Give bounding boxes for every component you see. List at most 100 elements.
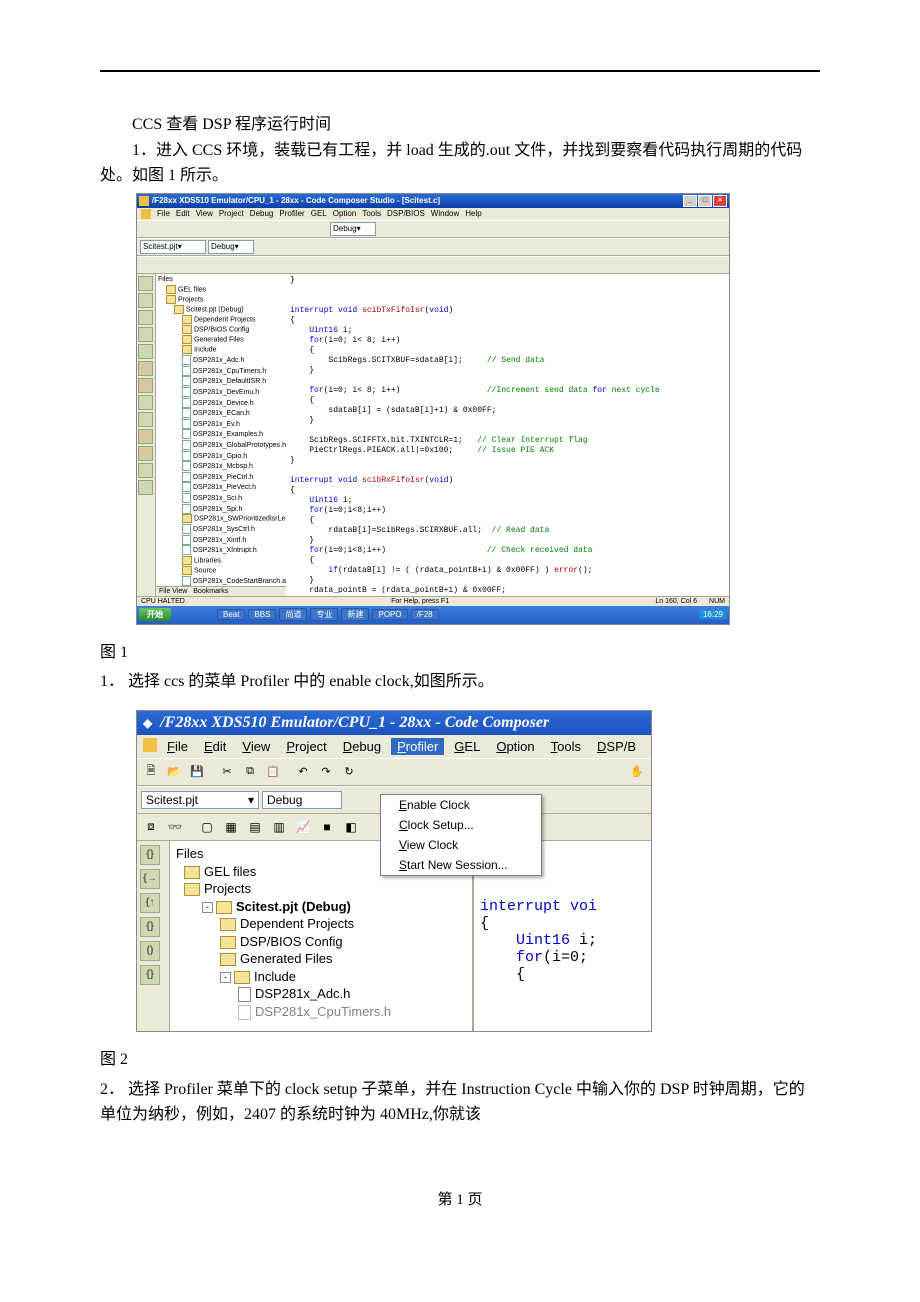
tree-item[interactable]: DSP281x_CpuTimers.h	[176, 1003, 466, 1021]
tree-item[interactable]: Dependent Projects	[158, 315, 288, 325]
save-icon[interactable]: 💾	[187, 762, 207, 782]
tb-icon-d[interactable]	[336, 240, 350, 254]
menu-view[interactable]: View	[236, 738, 276, 755]
view-f-icon[interactable]	[226, 258, 240, 272]
tree-item[interactable]: DSP281x_Gpio.h	[158, 451, 288, 462]
hand-icon[interactable]: ✋	[627, 762, 647, 782]
view-d-icon[interactable]	[194, 258, 208, 272]
tb-icon-c[interactable]	[320, 240, 334, 254]
lbar-icon-8[interactable]	[138, 395, 153, 410]
tree-item[interactable]: DSP281x_SWPrioritizedIsrLe	[158, 514, 288, 524]
taskbar-item[interactable]: 专业	[310, 608, 338, 621]
tree-item[interactable]: GEL files	[158, 285, 288, 295]
build-icon[interactable]	[388, 222, 402, 236]
view-c-icon[interactable]: ▤	[245, 817, 265, 837]
view-j-icon[interactable]	[296, 258, 310, 272]
lbar-icon-3[interactable]	[138, 310, 153, 325]
run-icon[interactable]	[496, 222, 510, 236]
tree-item[interactable]: DSP281x_DevEmu.h	[158, 387, 288, 398]
view-mixed-icon[interactable]: ⧈	[141, 817, 161, 837]
redo2-icon[interactable]: ↻	[339, 762, 359, 782]
tree-item[interactable]: DSP281x_Adc.h	[158, 355, 288, 366]
tree-item[interactable]: DSP281x_PieVect.h	[158, 482, 288, 493]
menu-debug[interactable]: Debug	[337, 738, 387, 755]
code-editor[interactable]: } interrupt void scibTxFifoIsr(void) { U…	[286, 274, 729, 596]
halt-icon[interactable]	[512, 222, 526, 236]
tab-bookmarks[interactable]: Bookmarks	[193, 588, 228, 595]
menu-gel[interactable]: GEL	[448, 738, 486, 755]
lbar-toggle-icon[interactable]: {}	[140, 965, 160, 985]
tree-item[interactable]: DSP281x_Ev.h	[158, 419, 288, 430]
tree-item[interactable]: Projects	[176, 880, 466, 898]
taskbar-item[interactable]: BBS	[248, 609, 276, 620]
tree-item[interactable]: DSP281x_Adc.h	[176, 985, 466, 1003]
lbar-icon-2[interactable]	[138, 293, 153, 308]
tree-item[interactable]: DSP281x_ECan.h	[158, 408, 288, 419]
start-button[interactable]: 开始	[139, 608, 171, 621]
toggle-bookmark-icon[interactable]	[458, 222, 472, 236]
menu-project[interactable]: Project	[219, 209, 244, 219]
tree-item[interactable]: DSP281x_CpuTimers.h	[158, 366, 288, 377]
project-select[interactable]: Scitest.pjt▾	[141, 791, 259, 809]
step-over-icon[interactable]	[560, 222, 574, 236]
system-tray[interactable]: 16:29	[699, 610, 727, 619]
new-icon[interactable]	[140, 222, 154, 236]
project-tree[interactable]: FilesGEL filesProjectsScitest.pjt (Debug…	[156, 274, 291, 586]
stop-build-icon[interactable]	[420, 222, 434, 236]
config-select[interactable]: Debug ▾	[330, 222, 376, 236]
menu-file[interactable]: File	[157, 209, 170, 219]
view-b-icon[interactable]: ▦	[221, 817, 241, 837]
profiler-item-nable-clock[interactable]: Enable Clock	[381, 795, 541, 815]
tree-item[interactable]: Generated Files	[176, 950, 466, 968]
taskbar-item[interactable]: 新建	[341, 608, 369, 621]
view-g-icon[interactable]: ◧	[341, 817, 361, 837]
copy-icon[interactable]: ⧉	[240, 762, 260, 782]
lbar-icon-10[interactable]	[138, 429, 153, 444]
tb-icon-e[interactable]	[352, 240, 366, 254]
minimize-button[interactable]: _	[683, 195, 697, 207]
menu-edit[interactable]: Edit	[198, 738, 232, 755]
lbar-bp-icon[interactable]: ()	[140, 941, 160, 961]
close-button[interactable]: ×	[713, 195, 727, 207]
maximize-button[interactable]: □	[698, 195, 712, 207]
tree-item[interactable]: DSP281x_Xintf.h	[158, 535, 288, 546]
tb-icon-h[interactable]	[400, 240, 414, 254]
new-icon[interactable]: 🗎	[141, 762, 161, 782]
tab-file-view[interactable]: File View	[159, 588, 187, 595]
tree-item[interactable]: DSP/BIOS Config	[158, 325, 288, 335]
config-select[interactable]: Debug	[262, 791, 342, 809]
tree-item[interactable]: -Scitest.pjt (Debug)	[176, 898, 466, 916]
step-out-icon[interactable]	[576, 222, 590, 236]
tb-icon-f[interactable]	[368, 240, 382, 254]
lbar-icon-6[interactable]	[138, 361, 153, 376]
tree-item[interactable]: DSP281x_CodeStartBranch.as	[158, 576, 288, 586]
profiler-item-iew-clock[interactable]: View Clock	[381, 835, 541, 855]
view-b-icon[interactable]	[156, 258, 170, 272]
menu-option[interactable]: Option	[333, 209, 357, 219]
save-icon[interactable]	[172, 222, 186, 236]
view-e-icon[interactable]: 📈	[293, 817, 313, 837]
menu-profiler[interactable]: Profiler	[391, 738, 444, 755]
taskbar-item[interactable]: /F28	[411, 609, 439, 620]
lbar-run-icon[interactable]: {}	[140, 917, 160, 937]
lbar-icon-13[interactable]	[138, 480, 153, 495]
step-into-icon[interactable]	[544, 222, 558, 236]
menu-edit[interactable]: Edit	[176, 209, 190, 219]
view-g-icon[interactable]	[242, 258, 256, 272]
lbar-icon-1[interactable]	[138, 276, 153, 291]
paste-icon[interactable]	[220, 222, 234, 236]
profiler-item-tart-new-session-[interactable]: Start New Session...	[381, 855, 541, 875]
view-f-icon[interactable]: ■	[317, 817, 337, 837]
tb-icon-b[interactable]	[304, 240, 318, 254]
tree-item[interactable]: DSP281x_GlobalPrototypes.h	[158, 440, 288, 451]
rebuild-icon[interactable]	[404, 222, 418, 236]
find-icon[interactable]	[474, 222, 488, 236]
view-e-icon[interactable]	[210, 258, 224, 272]
lbar-icon-12[interactable]	[138, 463, 153, 478]
tree-item[interactable]: DSP281x_DefaultISR.h	[158, 376, 288, 387]
paste-icon[interactable]: 📋	[263, 762, 283, 782]
undo-icon[interactable]: ↶	[293, 762, 313, 782]
menu-profiler[interactable]: Profiler	[279, 209, 304, 219]
lbar-step-icon[interactable]: {}	[140, 845, 160, 865]
menu-tools[interactable]: Tools	[362, 209, 381, 219]
